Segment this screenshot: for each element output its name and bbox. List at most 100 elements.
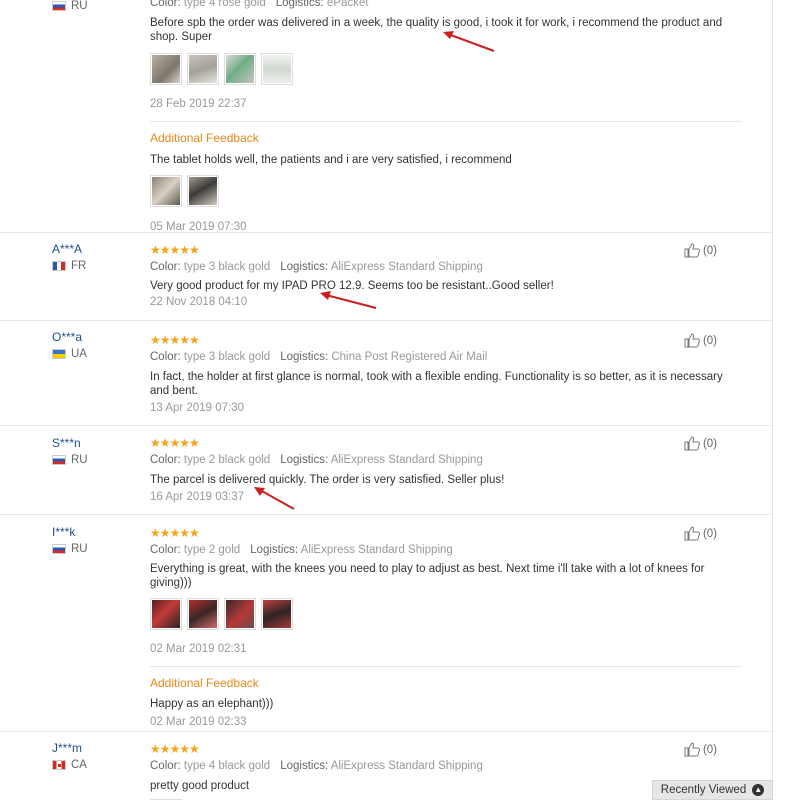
country-code: UA	[71, 348, 87, 360]
helpful-button[interactable]: (0)	[684, 333, 717, 348]
color-value: type 3 black gold	[183, 261, 271, 273]
logistics-label: Logistics:	[275, 0, 324, 9]
buyer-country: RU	[52, 0, 88, 12]
review-meta: Color: type 3 black gold Logistics: Chin…	[150, 350, 742, 365]
color-value: type 2 black gold	[183, 454, 271, 466]
review-text: The parcel is delivered quickly. The ord…	[150, 474, 505, 486]
logistics-label: Logistics:	[280, 454, 329, 466]
helpful-button[interactable]: (0)	[684, 526, 717, 541]
buyer-info: RU	[52, 0, 88, 12]
review-meta: Color: type 2 gold Logistics: AliExpress…	[150, 543, 742, 558]
star-rating: ★★★★★	[150, 742, 200, 756]
review-meta: Color: type 4 black gold Logistics: AliE…	[150, 759, 742, 774]
additional-feedback-text: The tablet holds well, the patients and …	[150, 154, 512, 166]
logistics-value: AliExpress Standard Shipping	[330, 454, 483, 466]
logistics-value: China Post Registered Air Mail	[331, 351, 488, 363]
review-meta: Color: type 3 black gold Logistics: AliE…	[150, 260, 742, 275]
review-photo[interactable]	[150, 175, 182, 207]
helpful-count: (0)	[702, 437, 717, 450]
color-label: Color:	[150, 261, 181, 273]
helpful-button[interactable]: (0)	[684, 243, 717, 258]
review-content: ★★★★★ Color: type 3 black gold Logistics…	[150, 243, 742, 309]
additional-feedback-date: 02 Mar 2019 02:33	[150, 716, 247, 728]
buyer-country: RU	[52, 454, 88, 466]
review-content: ★★★★★ Color: type 3 black gold Logistics…	[150, 333, 742, 415]
review-text: In fact, the holder at first glance is n…	[150, 370, 742, 398]
color-label: Color:	[150, 544, 181, 556]
additional-feedback-date: 05 Mar 2019 07:30	[150, 221, 247, 233]
annotation-arrow-icon	[443, 31, 495, 52]
buyer-name[interactable]: S***n	[52, 436, 88, 450]
review-photo[interactable]	[261, 598, 293, 630]
color-value: type 3 black gold	[183, 351, 271, 363]
logistics-label: Logistics:	[250, 544, 299, 556]
buyer-country: RU	[52, 543, 88, 555]
review-date: 13 Apr 2019 07:30	[150, 402, 244, 414]
logistics-value: AliExpress Standard Shipping	[330, 760, 483, 772]
review-item: S***n RU ★★★★★ Color: type 2 black gold …	[0, 426, 772, 515]
color-label: Color:	[150, 0, 181, 9]
chevron-up-icon: ▲	[752, 784, 765, 796]
star-rating: ★★★★★	[150, 333, 200, 347]
review-photo[interactable]	[261, 53, 293, 85]
review-photo[interactable]	[187, 598, 219, 630]
star-rating: ★★★★★	[150, 526, 200, 540]
logistics-value: AliExpress Standard Shipping	[300, 544, 453, 556]
right-frame-border	[772, 0, 773, 800]
review-item: A***A FR ★★★★★ Color: type 3 black gold …	[0, 233, 772, 321]
review-photo[interactable]	[224, 53, 256, 85]
country-code: FR	[71, 260, 87, 272]
review-date: 22 Nov 2018 04:10	[150, 296, 248, 308]
thumbs-up-icon	[684, 436, 700, 451]
helpful-button[interactable]: (0)	[684, 436, 717, 451]
buyer-country: CA	[52, 759, 87, 771]
review-photos	[150, 598, 742, 630]
review-photo[interactable]	[150, 598, 182, 630]
russia-flag-icon	[52, 544, 66, 554]
recently-viewed-button[interactable]: Recently Viewed ▲	[652, 780, 773, 800]
logistics-label: Logistics:	[280, 760, 329, 772]
logistics-label: Logistics:	[280, 351, 329, 363]
buyer-info: A***A FR	[52, 242, 86, 272]
color-value: type 4 rose gold	[183, 0, 266, 9]
color-value: type 4 black gold	[183, 760, 271, 772]
star-rating: ★★★★★	[150, 436, 200, 450]
color-value: type 2 gold	[183, 544, 241, 556]
additional-feedback-title: Additional Feedback	[150, 676, 259, 690]
review-item: O***a UA ★★★★★ Color: type 3 black gold …	[0, 321, 772, 426]
canada-flag-icon	[52, 760, 66, 770]
star-rating: ★★★★★	[150, 243, 200, 257]
helpful-button[interactable]: (0)	[684, 742, 717, 757]
additional-divider	[150, 666, 742, 667]
russia-flag-icon	[52, 1, 66, 11]
buyer-name[interactable]: O***a	[52, 330, 87, 344]
russia-flag-icon	[52, 455, 66, 465]
buyer-country: FR	[52, 260, 86, 272]
buyer-name[interactable]: A***A	[52, 242, 86, 256]
review-photos	[150, 53, 742, 85]
additional-feedback-title: Additional Feedback	[150, 131, 259, 145]
helpful-count: (0)	[702, 244, 717, 257]
buyer-name[interactable]: J***m	[52, 741, 87, 755]
review-date: 16 Apr 2019 03:37	[150, 491, 244, 503]
country-code: RU	[71, 543, 88, 555]
thumbs-up-icon	[684, 333, 700, 348]
review-photo[interactable]	[187, 175, 219, 207]
buyer-info: S***n RU	[52, 436, 88, 466]
country-code: CA	[71, 759, 87, 771]
color-label: Color:	[150, 351, 181, 363]
review-photo[interactable]	[150, 53, 182, 85]
buyer-info: I***k RU	[52, 525, 88, 555]
buyer-name[interactable]: I***k	[52, 525, 88, 539]
helpful-count: (0)	[702, 334, 717, 347]
annotation-arrow-icon	[254, 487, 295, 510]
review-content: ★★★★★ Color: type 2 gold Logistics: AliE…	[150, 526, 742, 729]
recently-viewed-label: Recently Viewed	[660, 784, 747, 796]
thumbs-up-icon	[684, 243, 700, 258]
review-photo[interactable]	[224, 598, 256, 630]
review-item: RU Color: type 4 rose gold Logistics: eP…	[0, 0, 772, 233]
annotation-arrow-icon	[320, 291, 377, 309]
country-code: RU	[71, 454, 88, 466]
review-photo[interactable]	[187, 53, 219, 85]
review-item: I***k RU ★★★★★ Color: type 2 gold Logist…	[0, 515, 772, 732]
